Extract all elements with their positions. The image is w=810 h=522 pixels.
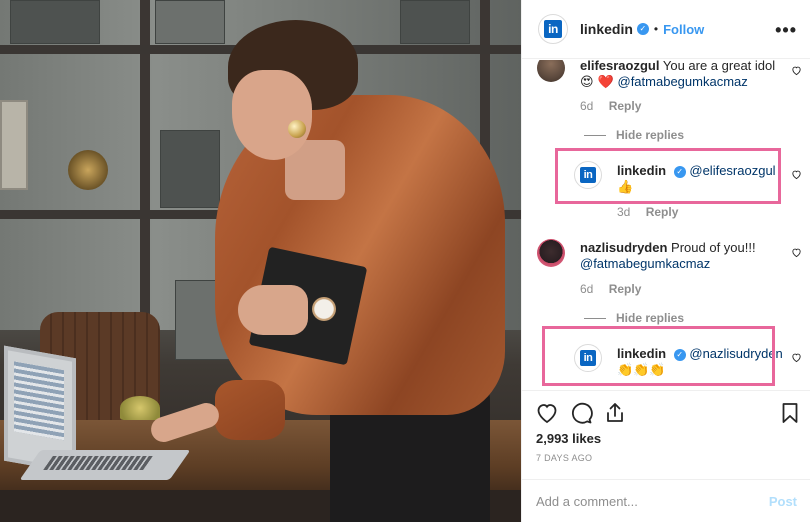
woman-hand [238, 285, 308, 335]
comment-username[interactable]: nazlisudryden [580, 240, 667, 255]
share-icon[interactable] [603, 401, 627, 425]
laptop-keyboard [43, 456, 153, 470]
likes-count[interactable]: 2,993 likes [536, 431, 601, 446]
reply-button[interactable]: Reply [609, 282, 642, 296]
verified-badge-icon: ✓ [636, 23, 649, 35]
comment-emoji: 😍 ❤️ [580, 75, 614, 90]
linkedin-logo-icon: in [544, 20, 562, 38]
post-header: in linkedin ✓ • Follow ••• [522, 0, 810, 59]
avatar[interactable] [537, 60, 565, 82]
comment-time: 3d [617, 205, 631, 219]
add-comment-input[interactable] [536, 494, 769, 509]
comment-username[interactable]: elifesraozgul [580, 60, 659, 73]
like-comment-heart-icon[interactable] [791, 65, 802, 76]
comment-meta: 6d Reply [580, 99, 653, 113]
picture-frame [0, 100, 28, 190]
header-separator: • [653, 22, 659, 36]
like-comment-heart-icon[interactable] [791, 169, 802, 180]
follow-button[interactable]: Follow [663, 22, 704, 37]
comment-text: Proud of you!!! [671, 240, 756, 255]
bookmark-icon[interactable] [778, 401, 802, 425]
comments-list[interactable]: elifesraozgul You are a great idol 😍 ❤️ … [522, 60, 810, 390]
like-comment-heart-icon[interactable] [791, 247, 802, 258]
highlight-box [555, 148, 781, 204]
comment-icon[interactable] [569, 401, 593, 425]
comment-meta: 3d Reply [617, 205, 690, 219]
binder [160, 130, 220, 208]
comment-meta: 6d Reply [580, 282, 653, 296]
post-photo[interactable] [0, 0, 521, 522]
comment-mention[interactable]: @fatmabegumkacmaz [580, 256, 710, 271]
like-comment-heart-icon[interactable] [791, 352, 802, 363]
highlight-box [542, 326, 775, 386]
comment-text: You are a great idol [662, 60, 776, 73]
post-actions: 2,993 likes 7 DAYS AGO Post [522, 390, 810, 522]
binder [10, 0, 100, 44]
heart-icon[interactable] [535, 401, 559, 425]
header-username[interactable]: linkedin [580, 21, 633, 37]
hide-replies-button[interactable]: Hide replies [584, 311, 684, 325]
comment-time: 6d [580, 282, 594, 296]
more-options-icon[interactable]: ••• [775, 20, 797, 41]
post-comment-button[interactable]: Post [769, 494, 797, 509]
comment-body: nazlisudryden Proud of you!!! @fatmabegu… [580, 240, 780, 272]
reply-button[interactable]: Reply [609, 99, 642, 113]
comment-time: 6d [580, 99, 594, 113]
woman-face [232, 70, 312, 160]
binder [155, 0, 225, 44]
post-date: 7 DAYS AGO [536, 453, 593, 463]
wristwatch [312, 297, 336, 321]
reply-button[interactable]: Reply [646, 205, 679, 219]
linkedin-avatar[interactable]: in [538, 14, 568, 44]
binder [400, 0, 470, 44]
hide-replies-button[interactable]: Hide replies [584, 128, 684, 142]
comment-mention[interactable]: @fatmabegumkacmaz [618, 74, 748, 89]
woman-sleeve [215, 380, 285, 440]
add-comment-bar: Post [522, 479, 810, 522]
decor-lamp [68, 150, 108, 190]
comment-body: elifesraozgul You are a great idol 😍 ❤️ … [580, 60, 780, 91]
plant [120, 396, 160, 420]
post-side-panel: in linkedin ✓ • Follow ••• elifesraozgul… [521, 0, 810, 522]
earring [288, 120, 306, 138]
avatar[interactable] [537, 239, 565, 267]
